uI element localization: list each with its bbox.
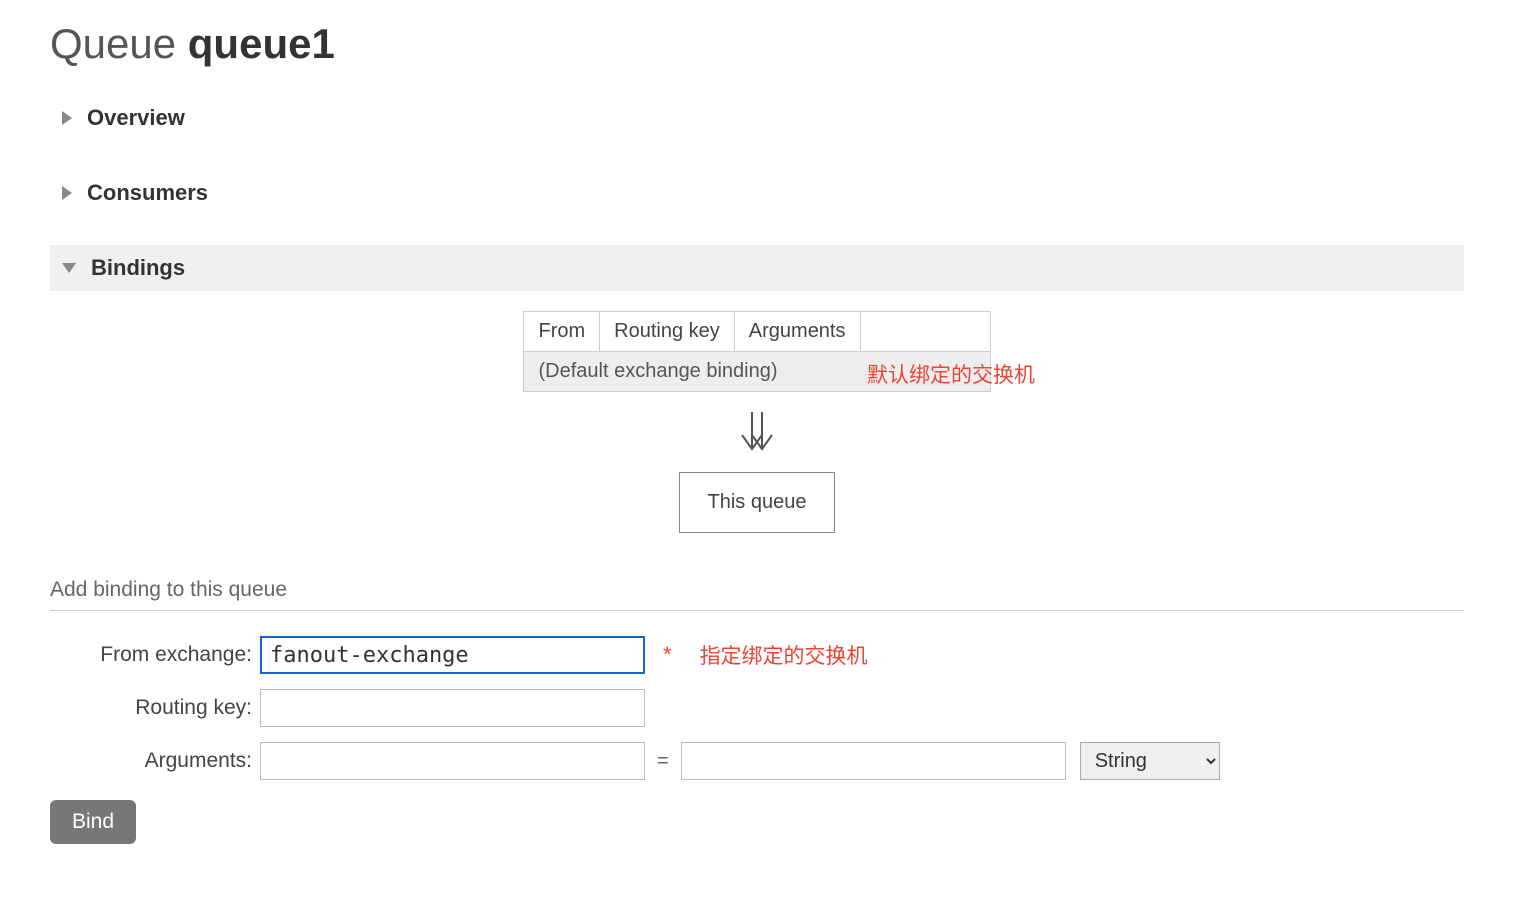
th-arguments: Arguments <box>734 312 860 352</box>
routing-key-input[interactable] <box>260 689 645 727</box>
argument-key-input[interactable] <box>260 742 645 780</box>
table-header-row: From Routing key Arguments <box>524 312 990 352</box>
arguments-label: Arguments: <box>50 749 260 773</box>
th-from: From <box>524 312 600 352</box>
th-routing-key: Routing key <box>600 312 735 352</box>
chevron-down-icon <box>62 263 76 273</box>
section-overview-title: Overview <box>87 105 185 131</box>
add-binding-form: From exchange: * 指定绑定的交换机 Routing key: A… <box>50 636 1464 844</box>
section-overview-header[interactable]: Overview <box>50 95 1464 141</box>
this-queue-box: This queue <box>679 472 836 533</box>
add-binding-title: Add binding to this queue <box>50 578 1464 611</box>
annotation-default-exchange: 默认绑定的交换机 <box>867 359 1035 389</box>
from-exchange-input[interactable] <box>260 636 645 674</box>
chevron-right-icon <box>62 186 72 200</box>
arrow-down-icon <box>737 407 777 457</box>
section-consumers-title: Consumers <box>87 180 208 206</box>
page-title: Queue queue1 <box>50 20 1464 68</box>
annotation-specify-exchange: 指定绑定的交换机 <box>700 640 868 670</box>
chevron-right-icon <box>62 111 72 125</box>
required-asterisk: * <box>663 642 672 668</box>
queue-name: queue1 <box>188 20 335 67</box>
routing-key-label: Routing key: <box>50 696 260 720</box>
from-exchange-label: From exchange: <box>50 643 260 667</box>
section-bindings-header[interactable]: Bindings <box>50 245 1464 291</box>
section-bindings-title: Bindings <box>91 255 185 281</box>
section-consumers-header[interactable]: Consumers <box>50 170 1464 216</box>
equals-sign: = <box>657 750 669 773</box>
bind-button[interactable]: Bind <box>50 800 136 844</box>
argument-type-select[interactable]: String <box>1080 742 1220 780</box>
argument-value-input[interactable] <box>681 742 1066 780</box>
title-prefix: Queue <box>50 20 188 67</box>
th-actions <box>860 312 990 352</box>
